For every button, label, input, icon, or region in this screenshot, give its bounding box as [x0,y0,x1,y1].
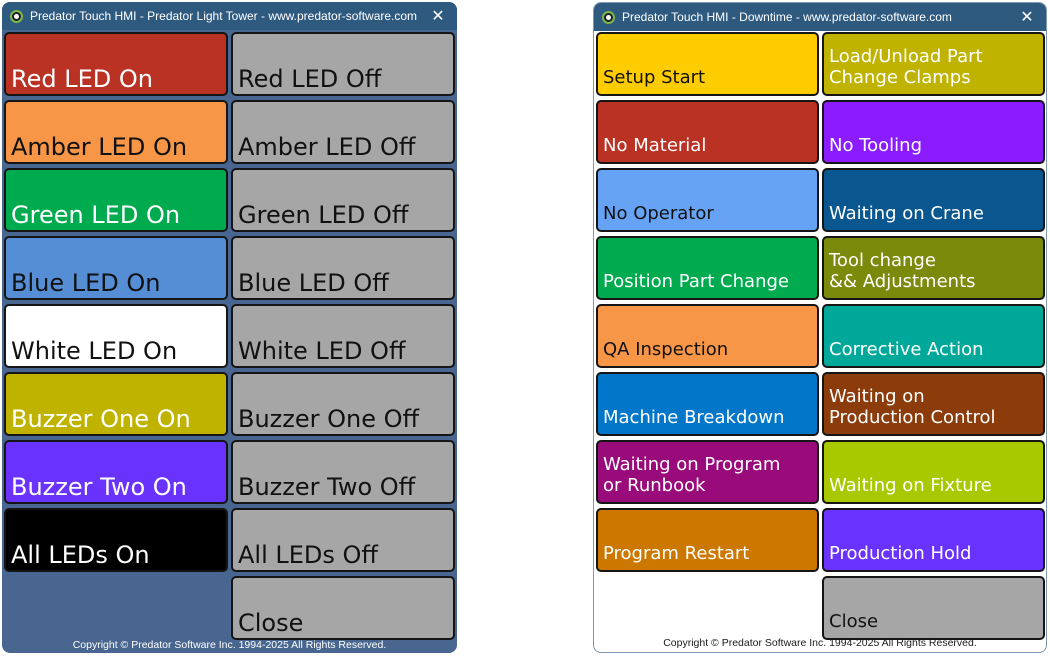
program-restart-button[interactable]: Program Restart [596,508,819,572]
blue-led-off-button[interactable]: Blue LED Off [231,236,455,300]
waiting-on-crane-button[interactable]: Waiting on Crane [822,168,1045,232]
light-tower-button-grid: Red LED On Red LED Off Amber LED On Amber L… [4,32,455,640]
all-leds-off-button[interactable]: All LEDs Off [231,508,455,572]
close-icon[interactable]: ✕ [427,6,449,26]
empty-cell [596,576,819,640]
downtime-button-grid: Setup Start Load/Unload Part Change Clamp… [596,32,1045,640]
copyright-footer: Copyright © Predator Software Inc. 1994-… [72,639,387,651]
green-led-on-button[interactable]: Green LED On [4,168,228,232]
no-material-button[interactable]: No Material [596,100,819,164]
all-leds-on-button[interactable]: All LEDs On [4,508,228,572]
window-title: Predator Touch HMI - Downtime - www.pred… [622,10,952,24]
buzzer-one-off-button[interactable]: Buzzer One Off [231,372,455,436]
no-operator-button[interactable]: No Operator [596,168,819,232]
red-led-off-button[interactable]: Red LED Off [231,32,455,96]
window-title: Predator Touch HMI - Predator Light Towe… [30,9,418,23]
qa-inspection-button[interactable]: QA Inspection [596,304,819,368]
amber-led-off-button[interactable]: Amber LED Off [231,100,455,164]
tool-change-andand-adjustments-button[interactable]: Tool change && Adjustments [822,236,1045,300]
buzzer-two-on-button[interactable]: Buzzer Two On [4,440,228,504]
close-button[interactable]: Close [822,576,1045,640]
no-tooling-button[interactable]: No Tooling [822,100,1045,164]
amber-led-on-button[interactable]: Amber LED On [4,100,228,164]
predator-app-icon [602,10,615,24]
white-led-on-button[interactable]: White LED On [4,304,228,368]
copyright-footer: Copyright © Predator Software Inc. 1994-… [663,637,977,649]
close-button[interactable]: Close [231,576,455,640]
empty-cell [4,576,228,640]
waiting-on-production-control-button[interactable]: Waiting on Production Control [822,372,1045,436]
position-part-change-button[interactable]: Position Part Change [596,236,819,300]
white-led-off-button[interactable]: White LED Off [231,304,455,368]
light-tower-window: Predator Touch HMI - Predator Light Towe… [2,2,457,653]
title-bar: Predator Touch HMI - Downtime - www.pred… [594,3,1046,31]
downtime-window: Predator Touch HMI - Downtime - www.pred… [593,2,1047,653]
machine-breakdown-button[interactable]: Machine Breakdown [596,372,819,436]
red-led-on-button[interactable]: Red LED On [4,32,228,96]
production-hold-button[interactable]: Production Hold [822,508,1045,572]
predator-app-icon [10,9,23,23]
corrective-action-button[interactable]: Corrective Action [822,304,1045,368]
blue-led-on-button[interactable]: Blue LED On [4,236,228,300]
waiting-on-program-or-runbook-button[interactable]: Waiting on Program or Runbook [596,440,819,504]
title-bar: Predator Touch HMI - Predator Light Towe… [2,2,457,30]
waiting-on-fixture-button[interactable]: Waiting on Fixture [822,440,1045,504]
buzzer-one-on-button[interactable]: Buzzer One On [4,372,228,436]
setup-start-button[interactable]: Setup Start [596,32,819,96]
green-led-off-button[interactable]: Green LED Off [231,168,455,232]
load-unload-part-change-clamps-button[interactable]: Load/Unload Part Change Clamps [822,32,1045,96]
close-icon[interactable]: ✕ [1016,7,1038,27]
buzzer-two-off-button[interactable]: Buzzer Two Off [231,440,455,504]
